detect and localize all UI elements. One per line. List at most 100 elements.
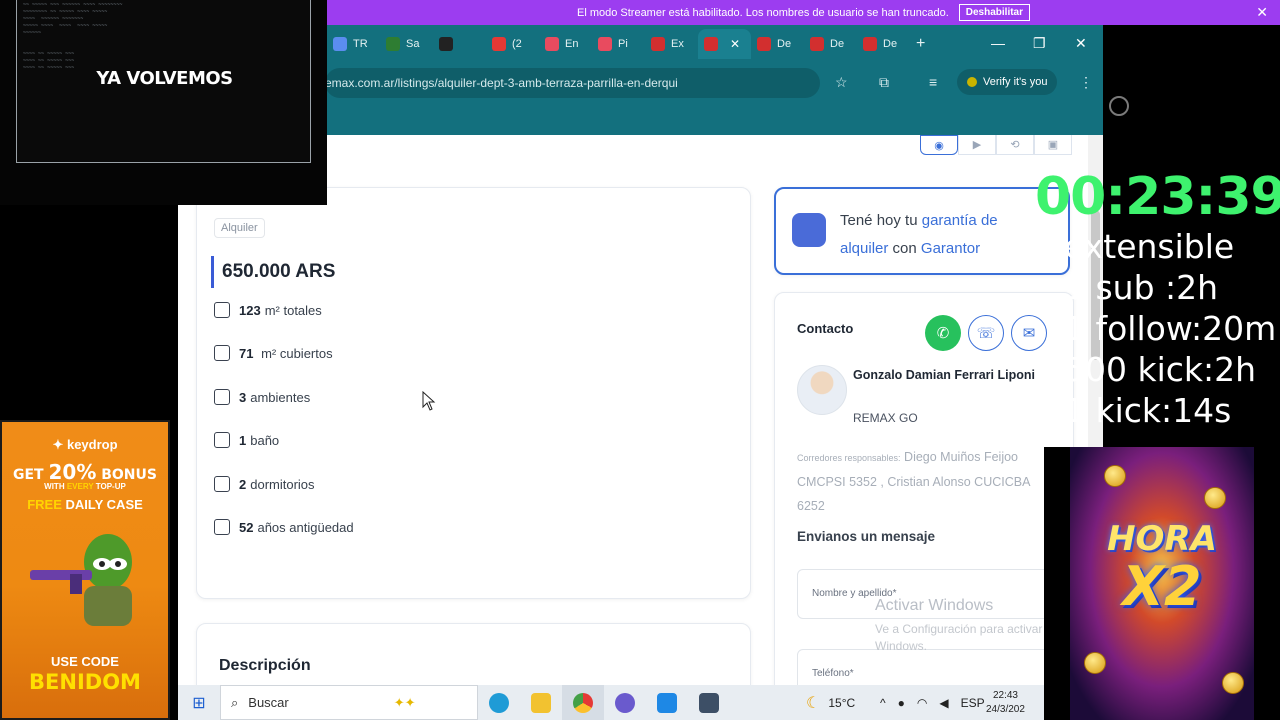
feature-text: 123 m² totales <box>239 303 322 318</box>
browser-tab[interactable]: Pi <box>592 29 645 59</box>
garantor-prefix: Tené hoy tu <box>840 212 922 229</box>
tab-favicon-icon <box>386 37 400 51</box>
file-explorer-icon[interactable] <box>520 685 562 720</box>
bath-icon <box>214 432 230 448</box>
code-label: USE CODE <box>51 654 119 669</box>
chrome-icon[interactable] <box>562 685 604 720</box>
system-tray: ^ ● ◠ ◀ ESP <box>880 685 985 720</box>
media-control-icon[interactable]: ≡ <box>929 74 937 90</box>
close-window-icon[interactable]: ✕ <box>1075 35 1087 52</box>
browser-tab[interactable]: (2 <box>486 29 539 59</box>
contact-title: Contacto <box>797 321 854 336</box>
tab-label: De <box>777 38 792 50</box>
message-title: Envianos un mensaje <box>797 529 936 544</box>
tour-tab-icon[interactable]: ⟲ <box>996 135 1034 155</box>
microphone-icon[interactable]: ● <box>898 696 905 710</box>
coin-icon <box>1222 672 1244 694</box>
topup-line: WITH EVERY TOP-UP <box>44 482 126 491</box>
app-icon[interactable] <box>604 685 646 720</box>
terminal-window: ~~ ~~~~~ ~~~ ~~~~~~ ~~~~ ~~~~~~~~ ~~~~~~… <box>16 0 311 163</box>
whatsapp-icon[interactable]: ✆ <box>925 315 961 351</box>
agent-name[interactable]: Gonzalo Damian Ferrari Liponi <box>853 365 1043 386</box>
rule-line: 1 follow:20m <box>1064 309 1277 348</box>
browser-tab[interactable]: Ex <box>645 29 698 59</box>
feature-label: años antigüedad <box>257 519 354 535</box>
browser-tab[interactable]: De <box>751 29 804 59</box>
store-icon[interactable] <box>646 685 688 720</box>
menu-kebab-icon[interactable]: ⋮ <box>1079 74 1093 91</box>
listing-type-pill: Alquiler <box>214 218 265 238</box>
calculator-icon[interactable] <box>688 685 730 720</box>
key-icon: ✦ <box>52 437 67 452</box>
restore-icon[interactable]: ❐ <box>1033 35 1046 52</box>
disable-streamer-button[interactable]: Deshabilitar <box>958 4 1031 21</box>
browser-tab[interactable]: En <box>539 29 592 59</box>
wifi-icon[interactable]: ◠ <box>917 696 927 710</box>
terminal-decoration: ~~ ~~~~~ ~~~ ~~~~~~ ~~~~ ~~~~~~~~ ~~~~~~… <box>23 2 123 71</box>
clock[interactable]: 22:43 24/3/202 <box>986 685 1025 720</box>
calendar-icon <box>214 519 230 535</box>
url-input[interactable]: emax.com.ar/listings/alquiler-dept-3-amb… <box>325 68 820 98</box>
profile-icon <box>967 77 977 87</box>
windows-start-icon[interactable]: ⊞ <box>178 685 220 720</box>
new-tab-button[interactable]: + <box>910 29 963 59</box>
verify-profile-button[interactable]: Verify it's you <box>957 69 1058 95</box>
keydrop-brand: ✦ keydrop <box>52 437 118 452</box>
browser-tab[interactable]: ✕ <box>698 29 751 59</box>
vr-tab-icon[interactable]: ▣ <box>1034 135 1072 155</box>
garantor-banner[interactable]: Tené hoy tu garantía de alquiler con Gar… <box>774 187 1070 275</box>
tab-bar: TR Sa (2 En Pi Ex ✕ De De De + <box>327 25 1103 63</box>
minimize-icon[interactable]: — <box>991 35 1005 51</box>
feature-value: 2 <box>239 476 247 492</box>
stream-timer: 00:23:39 <box>1035 167 1280 227</box>
windows-taskbar: ⊞ ⌕ Buscar ✦✦ ☾ 15°C ^ ● ◠ ◀ ESP 22:43 2… <box>178 685 1044 720</box>
close-icon[interactable]: ✕ <box>1256 4 1268 21</box>
activate-windows-title: Activar Windows <box>875 597 994 614</box>
tab-favicon-icon <box>810 37 824 51</box>
feature-label: dormitorios <box>250 476 315 492</box>
tab-label: De <box>883 38 898 50</box>
feature-value: 52 <box>239 519 254 535</box>
browser-tab[interactable]: De <box>804 29 857 59</box>
taskbar-search[interactable]: ⌕ Buscar ✦✦ <box>220 685 478 720</box>
browser-tab[interactable]: Sa <box>380 29 433 59</box>
tab-close-icon[interactable]: ✕ <box>730 37 740 51</box>
rule-line: 1 kick:14s <box>1064 391 1232 430</box>
feature-item: 3 ambientes <box>214 389 310 405</box>
tab-favicon-icon <box>704 37 718 51</box>
mouse-cursor-icon <box>422 391 436 411</box>
feature-value: 123 <box>239 302 261 318</box>
tab-favicon-icon <box>545 37 559 51</box>
garantor-brand-link[interactable]: Garantor <box>921 240 980 257</box>
covered-area-icon <box>214 345 230 361</box>
media-tabs: ◉ ▶ ⟲ ▣ <box>920 135 1072 155</box>
email-icon[interactable]: ✉ <box>1011 315 1047 351</box>
browser-tab[interactable] <box>433 29 486 59</box>
extensions-icon[interactable]: ⧉ <box>879 74 889 91</box>
rooms-icon <box>214 389 230 405</box>
responsables-label: Corredores responsables: <box>797 453 901 463</box>
weather-widget[interactable]: ☾ 15°C <box>806 685 855 720</box>
video-tab-icon[interactable]: ▶ <box>958 135 996 155</box>
language-indicator[interactable]: ESP <box>961 696 985 710</box>
chevron-up-icon[interactable]: ^ <box>880 696 886 710</box>
browser-tab[interactable]: De <box>857 29 910 59</box>
bookmark-star-icon[interactable]: ☆ <box>835 74 848 91</box>
bonus-line: GET 20% BONUS <box>13 460 157 484</box>
listing-page: ◉ ▶ ⟲ ▣ Alquiler 650.000 ARS 123 m² total… <box>178 135 1103 685</box>
volume-icon[interactable]: ◀ <box>939 696 948 710</box>
keydrop-ad: ✦ keydrop GET 20% BONUS WITH EVERY TOP-U… <box>0 420 170 720</box>
edge-icon[interactable] <box>478 685 520 720</box>
garantor-middle: con <box>888 240 921 257</box>
description-card: Descripción <box>196 623 751 685</box>
phone-icon[interactable]: ☏ <box>968 315 1004 351</box>
clock-date: 24/3/202 <box>986 703 1025 715</box>
feature-label: baño <box>250 432 280 448</box>
photo-tab-icon[interactable]: ◉ <box>920 135 958 155</box>
tab-label: Pi <box>618 38 628 50</box>
tab-favicon-icon <box>492 37 506 51</box>
rule-line: 1 sub :2h <box>1064 268 1219 307</box>
sparkle-icon: ✦✦ <box>393 694 416 710</box>
browser-tab[interactable]: TR <box>327 29 380 59</box>
rule-line: 500 kick:2h <box>1064 350 1257 389</box>
